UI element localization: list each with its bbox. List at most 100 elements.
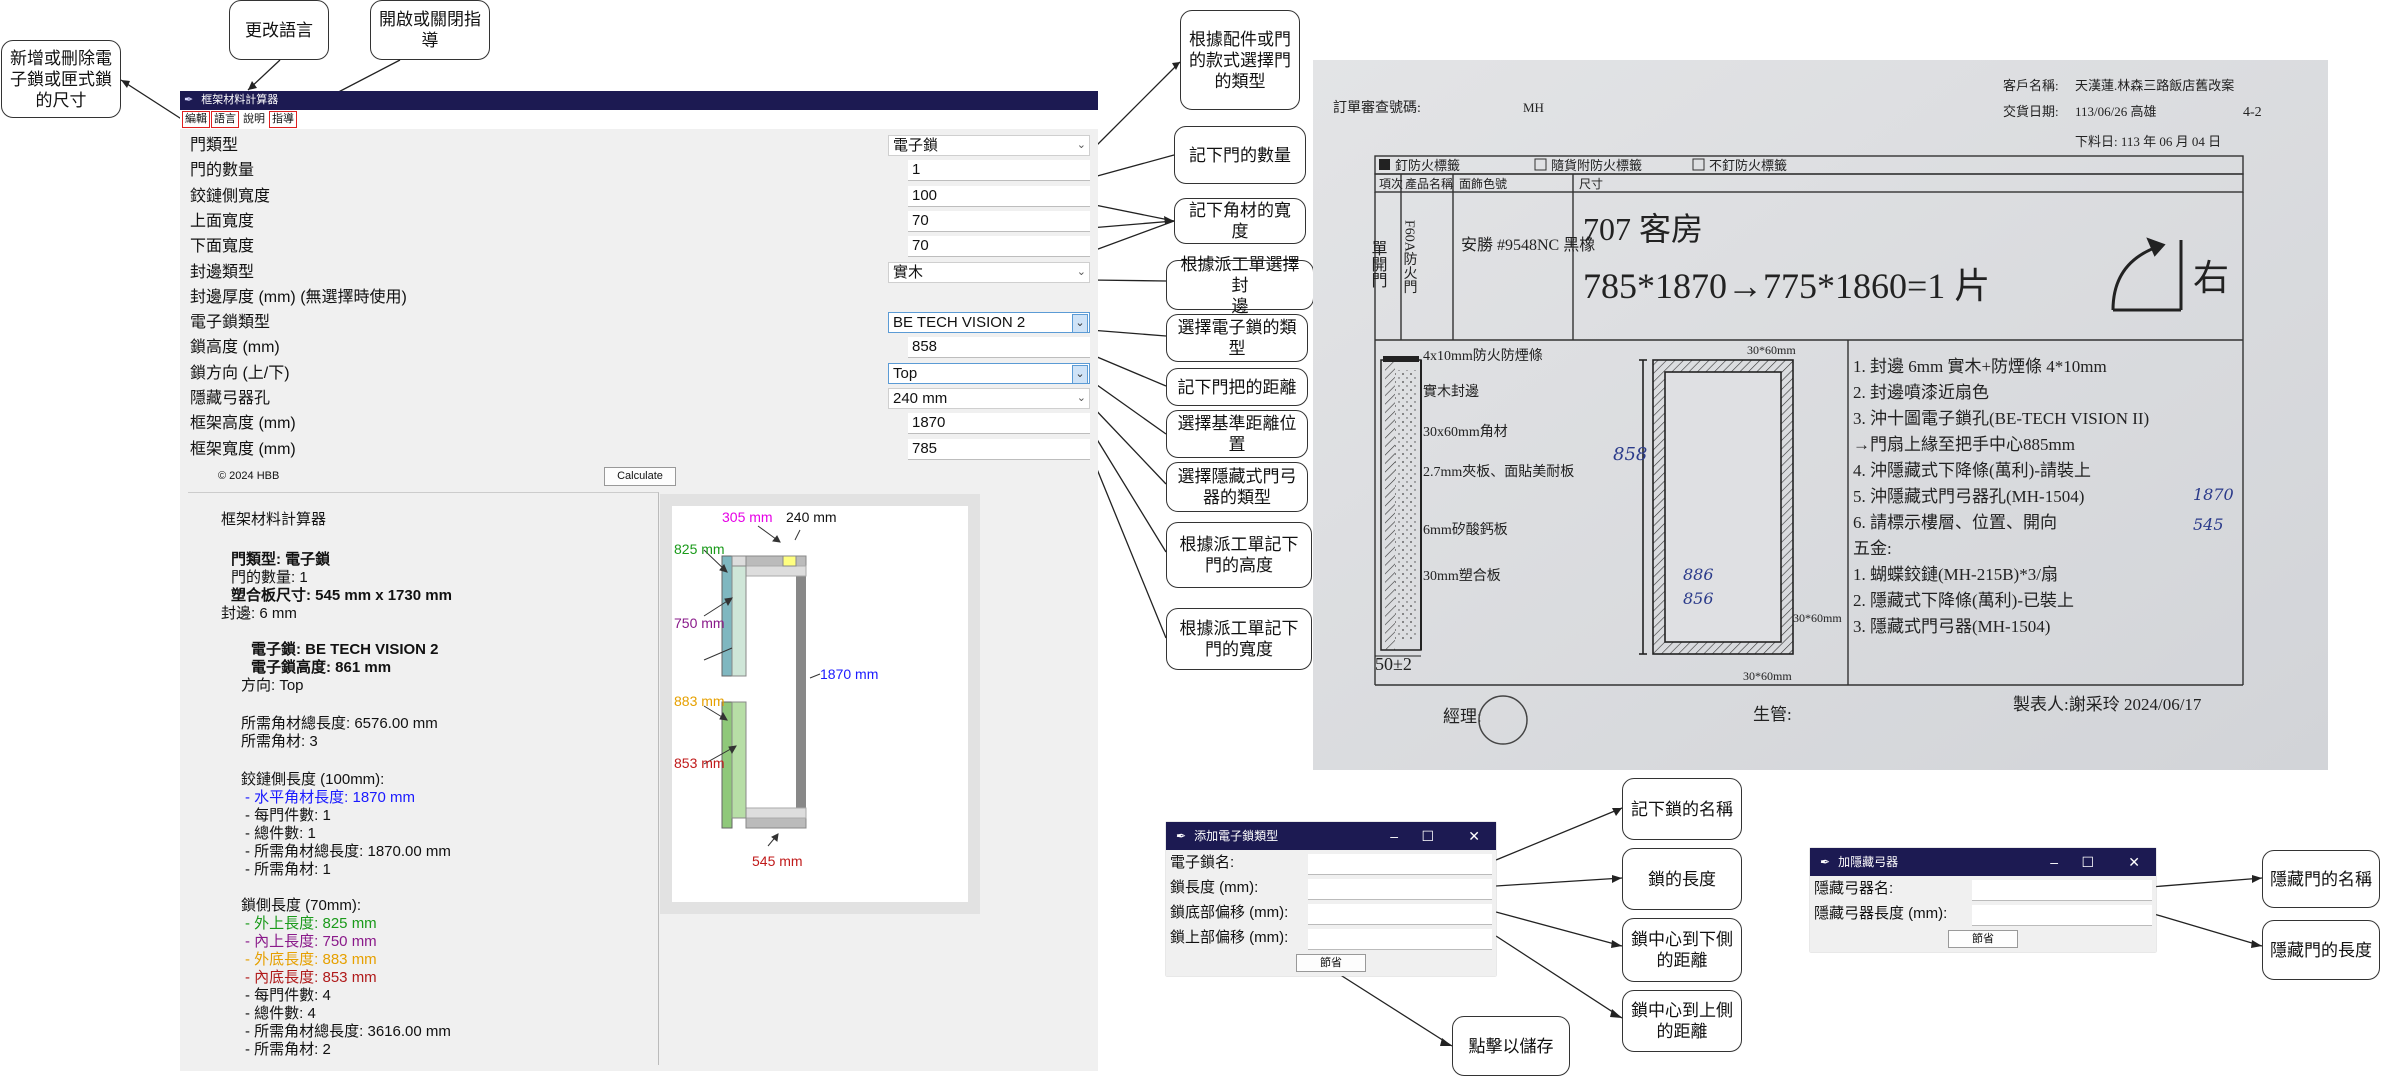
form-row: 框架高度 (mm) 1870 xyxy=(190,411,1090,436)
chevron-down-icon[interactable]: ⌄ xyxy=(1072,364,1088,384)
lock-top-offset-input[interactable] xyxy=(1308,929,1492,950)
field-label: 電子鎖類型 xyxy=(190,314,271,332)
result-lock: 電子鎖: BE TECH VISION 2 xyxy=(251,641,439,658)
field-input[interactable]: 100 xyxy=(908,185,1090,207)
copyright: © 2024 HBB xyxy=(218,470,280,482)
result-edge: 封邊: 6 mm xyxy=(221,605,297,622)
photo-col-size: 尺寸 xyxy=(1579,177,1603,191)
add-lock-title: 添加電子鎖類型 xyxy=(1194,829,1279,843)
lock-top-offset-label: 鎖上部偏移 (mm): xyxy=(1170,929,1289,946)
photo-dim-50: 50±2 xyxy=(1375,654,1412,674)
field-input[interactable]: 1 xyxy=(908,160,1090,182)
minimize-icon[interactable]: – xyxy=(2050,848,2058,876)
add-lock-titlebar: ✒ 添加電子鎖類型 – ☐ ✕ xyxy=(1166,822,1496,850)
field-value: BE TECH VISION 2 xyxy=(893,314,1026,332)
field-dropdown[interactable]: Top ⌄ xyxy=(888,362,1090,384)
calculate-button[interactable]: Calculate xyxy=(604,467,676,486)
close-icon[interactable]: ✕ xyxy=(1468,822,1480,850)
photo-section-2: 30x60mm角材 xyxy=(1423,424,1508,440)
photo-hand-886: 886 xyxy=(1683,565,1714,584)
lock-length-input[interactable] xyxy=(1308,879,1492,900)
photo-col-finish: 面飾色號 xyxy=(1459,177,1507,191)
closer-length-label: 隱藏弓器長度 (mm): xyxy=(1814,905,1948,922)
field-dropdown[interactable]: 電子鎖 ⌄ xyxy=(888,135,1090,156)
photo-frame-dim-right: 30*60mm xyxy=(1793,611,1842,625)
field-dropdown[interactable]: BE TECH VISION 2 ⌄ xyxy=(888,312,1090,334)
chevron-down-icon[interactable]: ⌄ xyxy=(1077,263,1086,282)
menu-edit[interactable]: 編輯 xyxy=(182,111,210,128)
diagram-panel: 305 mm 240 mm 825 mm 750 mm 883 mm 853 m… xyxy=(660,494,980,914)
field-value: 1870 xyxy=(912,414,946,432)
lock-side-title: 鎖側長度 (70mm): xyxy=(241,897,362,914)
feather-icon: ✒ xyxy=(184,94,194,106)
result-line: - 總件數: 4 xyxy=(245,1005,316,1022)
hinge-side-title: 鉸鏈側長度 (100mm): xyxy=(241,771,385,788)
closer-slot xyxy=(782,555,797,567)
photo-note-2: 3. 沖十圖電子鎖孔(BE-TECH VISION II) xyxy=(1853,409,2149,428)
field-label: 封邊厚度 (mm) (無選擇時使用) xyxy=(190,288,407,306)
menu-help[interactable]: 說明 xyxy=(241,112,267,127)
maximize-icon[interactable]: ☐ xyxy=(1421,822,1434,850)
add-closer-dialog: ✒ 加隱藏弓器 – ☐ ✕ 隱藏弓器名: 隱藏弓器長度 (mm): 節省 xyxy=(1810,848,2156,952)
field-input[interactable]: 858 xyxy=(908,337,1090,359)
photo-note-5: 5. 沖隱藏式門弓器孔(MH-1504) xyxy=(1853,487,2084,506)
photo-frame-dim-bottom: 30*60mm xyxy=(1743,669,1792,683)
field-label: 門類型 xyxy=(190,137,239,154)
result-line: - 所需角材總長度: 1870.00 mm xyxy=(245,843,451,860)
photo-size: 785*1870→775*1860=1 片 xyxy=(1583,266,1990,306)
result-line: - 水平角材長度: 1870 mm xyxy=(245,789,416,806)
field-value: 電子鎖 xyxy=(893,137,939,154)
field-value: 70 xyxy=(912,237,929,255)
photo-finish: 安勝 #9548NC 黑橡 xyxy=(1461,236,1595,254)
photo-note-0: 1. 封邊 6mm 實木+防煙條 4*10mm xyxy=(1853,357,2107,376)
result-line: - 每門件數: 1 xyxy=(245,807,331,824)
form-row: 鎖高度 (mm) 858 xyxy=(190,335,1090,360)
photo-order-no-label: 訂單審查號碼: xyxy=(1333,100,1421,116)
chevron-down-icon[interactable]: ⌄ xyxy=(1072,314,1088,334)
field-dropdown[interactable]: 實木 ⌄ xyxy=(888,261,1090,283)
closer-name-input[interactable] xyxy=(1972,880,2152,901)
photo-customer-label: 客戶名稱: xyxy=(2003,78,2059,93)
field-dropdown[interactable]: 240 mm ⌄ xyxy=(888,388,1090,409)
field-value: 實木 xyxy=(893,263,924,281)
photo-section-3: 2.7mm夾板、面貼美耐板 xyxy=(1423,464,1574,480)
photo-order-no: MH xyxy=(1523,100,1544,115)
close-icon[interactable]: ✕ xyxy=(2128,848,2140,876)
menu-language[interactable]: 語言 xyxy=(211,111,239,128)
field-input[interactable]: 1870 xyxy=(908,413,1090,435)
field-input[interactable]: 70 xyxy=(908,236,1090,258)
form-row: 門類型 電子鎖 ⌄ xyxy=(190,133,1090,158)
field-input[interactable]: 785 xyxy=(908,438,1090,460)
field-value: 70 xyxy=(912,211,929,229)
form-row: 封邊厚度 (mm) (無選擇時使用) xyxy=(190,285,1090,310)
field-value: 1 xyxy=(912,161,921,179)
field-value: Top xyxy=(893,364,918,382)
photo-maker: 製表人:謝采玲 2024/06/17 xyxy=(2013,695,2202,714)
add-closer-titlebar: ✒ 加隱藏弓器 – ☐ ✕ xyxy=(1810,848,2156,876)
lock-save-button[interactable]: 節省 xyxy=(1296,954,1366,972)
app-titlebar: ✒ 框架材料計算器 xyxy=(180,91,1098,110)
result-line: - 內底長度: 853 mm xyxy=(245,969,377,986)
lock-bottom-offset-input[interactable] xyxy=(1308,904,1492,925)
field-input[interactable]: 70 xyxy=(908,210,1090,232)
chevron-down-icon[interactable]: ⌄ xyxy=(1077,136,1086,155)
closer-length-input[interactable] xyxy=(1972,905,2152,926)
result-total-length: 所需角材總長度: 6576.00 mm xyxy=(241,715,438,732)
lock-name-input[interactable] xyxy=(1308,854,1492,875)
result-line: - 所需角材總長度: 3616.00 mm xyxy=(245,1023,451,1040)
chevron-down-icon[interactable]: ⌄ xyxy=(1077,389,1086,408)
minimize-icon[interactable]: – xyxy=(1390,822,1398,850)
maximize-icon[interactable]: ☐ xyxy=(2081,848,2094,876)
label-545: 545 mm xyxy=(752,853,803,869)
closer-save-button[interactable]: 節省 xyxy=(1948,930,2018,948)
field-label: 框架寬度 (mm) xyxy=(190,440,296,458)
label-853: 853 mm xyxy=(674,755,725,771)
menu-guide[interactable]: 指導 xyxy=(269,111,297,128)
frame-top-inner xyxy=(745,565,807,577)
photo-note-4: 4. 沖隱藏式下降條(萬利)-請裝上 xyxy=(1853,461,2091,480)
feather-icon: ✒ xyxy=(1820,855,1831,869)
field-label: 上面寬度 xyxy=(190,212,255,230)
field-label: 隱藏弓器孔 xyxy=(190,390,271,407)
add-lock-dialog: ✒ 添加電子鎖類型 – ☐ ✕ 電子鎖名: 鎖長度 (mm): 鎖底部偏移 (mm… xyxy=(1166,822,1496,976)
work-order-photo: 訂單審查號碼: MH 客戶名稱: 天漢蓮.林森三路飯店舊改案 交貨日期: 113… xyxy=(1313,60,2328,770)
